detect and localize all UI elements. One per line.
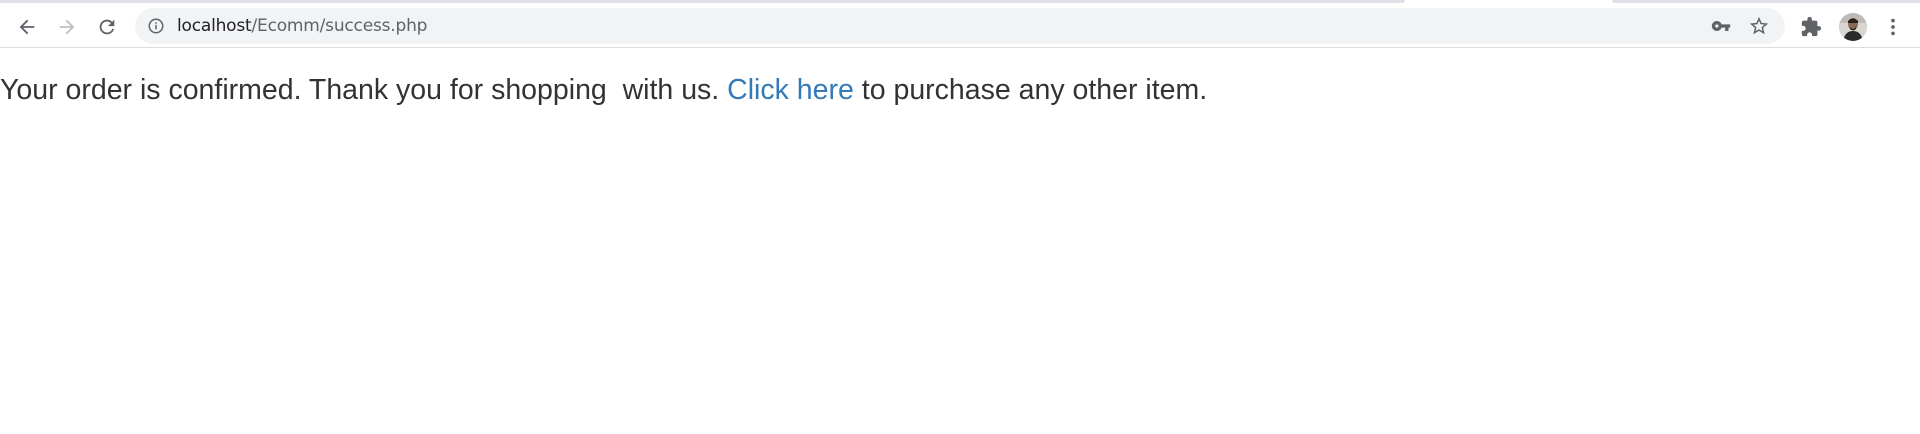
tab-strip-edge: [0, 0, 1405, 3]
kebab-menu-icon[interactable]: [1882, 16, 1904, 38]
key-icon[interactable]: [1710, 16, 1732, 36]
tab-strip-edge: [1612, 0, 1920, 3]
reload-button[interactable]: [90, 10, 124, 44]
order-confirmation-message: Your order is confirmed. Thank you for s…: [0, 74, 1207, 107]
url-host: localhost: [177, 16, 252, 36]
puzzle-icon[interactable]: [1800, 16, 1822, 38]
reload-icon: [99, 19, 115, 35]
message-text: Your order is confirmed. Thank you for s…: [0, 74, 728, 106]
message-text-end: to purchase any other item.: [853, 74, 1208, 106]
info-icon[interactable]: [147, 17, 165, 35]
page-content: Your order is confirmed. Thank you for s…: [0, 49, 1920, 434]
browser-toolbar: localhost/Ecomm/success.php: [0, 4, 1920, 48]
address-bar[interactable]: localhost/Ecomm/success.php: [135, 8, 1785, 44]
continue-shopping-link[interactable]: Click here: [727, 74, 854, 106]
profile-photo: [1839, 13, 1867, 41]
arrow-left-icon: [19, 19, 35, 35]
url-text[interactable]: localhost/Ecomm/success.php: [177, 8, 427, 44]
arrow-right-icon: [59, 19, 75, 35]
forward-button[interactable]: [50, 10, 84, 44]
avatar[interactable]: [1839, 13, 1867, 41]
url-path: /Ecomm/success.php: [251, 16, 428, 36]
back-button[interactable]: [10, 10, 44, 44]
star-icon[interactable]: [1748, 15, 1770, 37]
